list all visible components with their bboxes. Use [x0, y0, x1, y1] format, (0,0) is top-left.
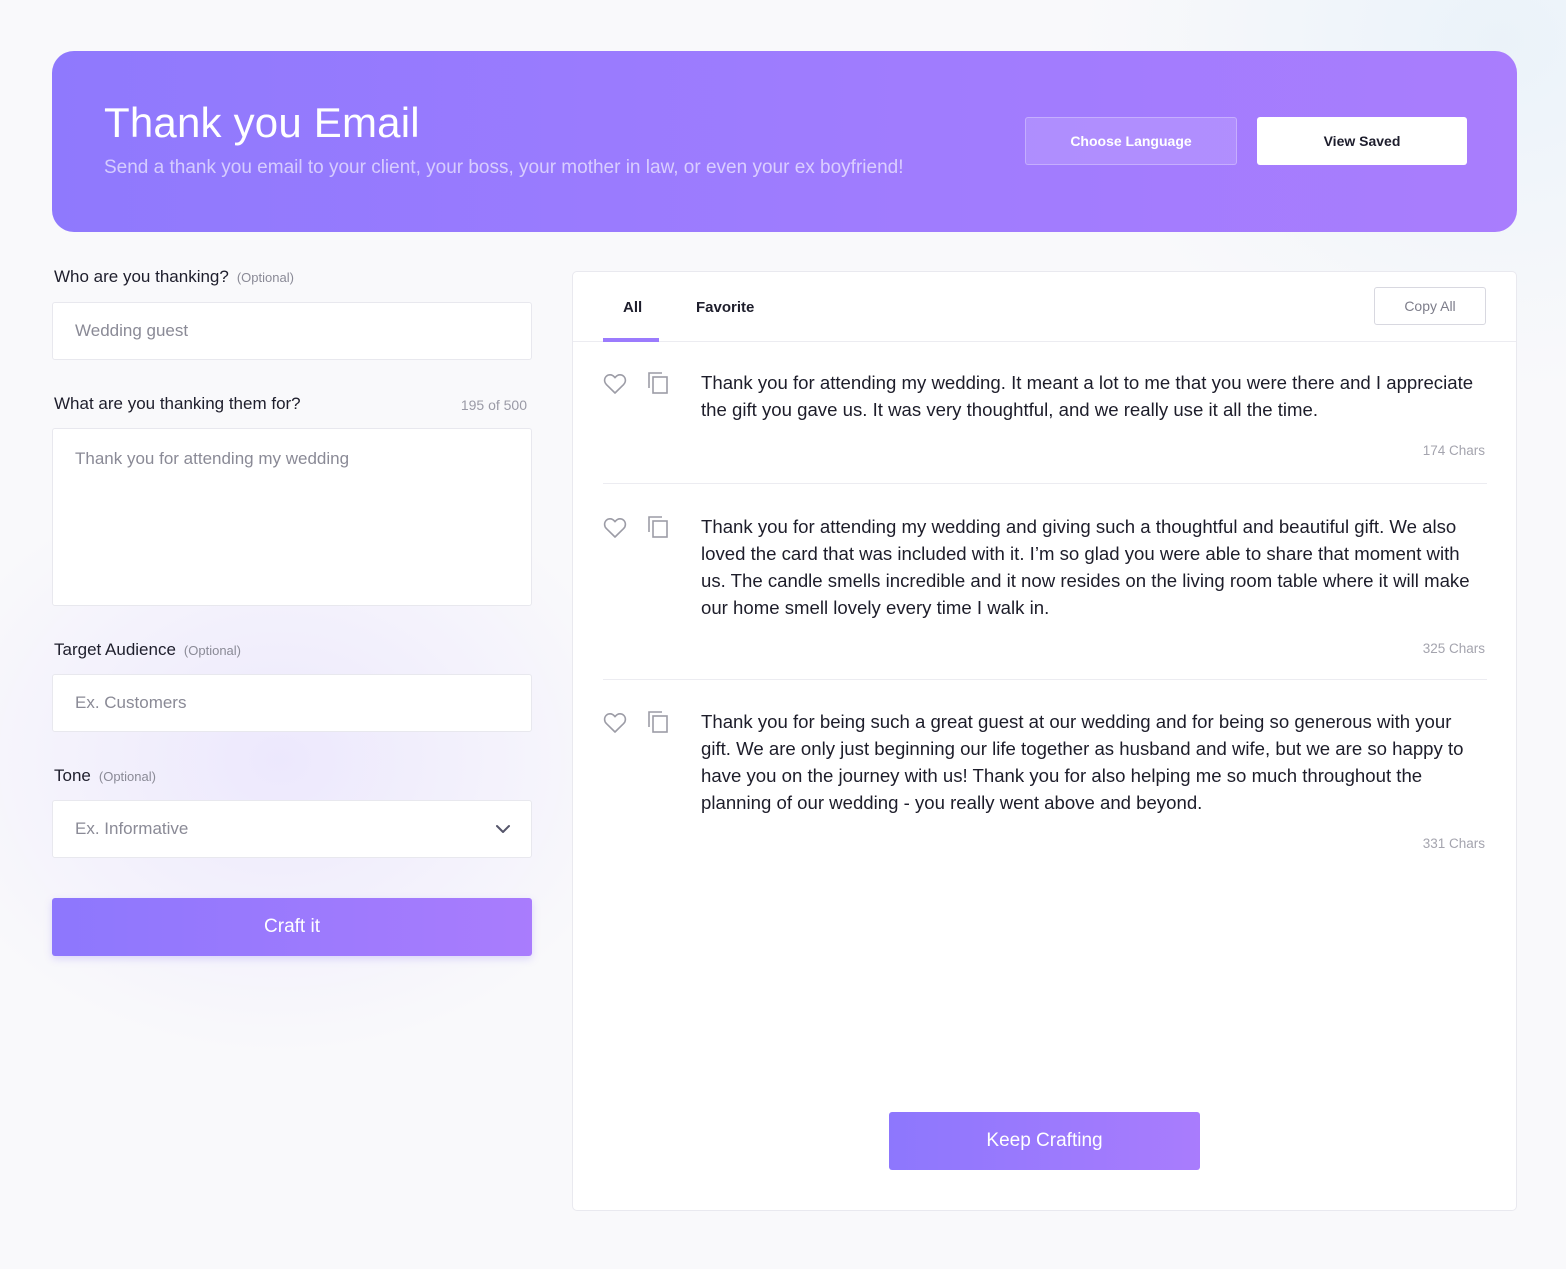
- who-label: Who are you thanking? (Optional): [54, 267, 294, 287]
- audience-placeholder: Ex. Customers: [75, 693, 187, 712]
- who-optional-tag: (Optional): [236, 270, 294, 285]
- result-item: Thank you for attending my wedding. It m…: [603, 369, 1487, 469]
- choose-language-button[interactable]: Choose Language: [1025, 117, 1237, 165]
- result-item: Thank you for being such a great guest a…: [603, 708, 1487, 858]
- result-item: Thank you for attending my wedding and g…: [603, 513, 1487, 663]
- tab-favorite[interactable]: Favorite: [696, 299, 754, 316]
- tone-select[interactable]: Ex. Informative: [52, 800, 532, 858]
- result-text: Thank you for being such a great guest a…: [701, 711, 1464, 813]
- char-count: 325 Chars: [1422, 641, 1485, 656]
- page-subtitle: Send a thank you email to your client, y…: [104, 157, 904, 178]
- result-text: Thank you for attending my wedding. It m…: [701, 372, 1474, 420]
- who-input[interactable]: Wedding guest: [52, 302, 532, 360]
- page-title: Thank you Email: [104, 99, 420, 146]
- character-counter: 195 of 500: [460, 397, 527, 413]
- heart-icon[interactable]: [603, 517, 627, 539]
- heart-icon[interactable]: [603, 373, 627, 395]
- copy-icon[interactable]: [647, 710, 669, 734]
- heart-icon[interactable]: [603, 712, 627, 734]
- craft-it-button[interactable]: Craft it: [52, 898, 532, 956]
- result-divider: [603, 679, 1487, 680]
- chevron-down-icon: [496, 825, 510, 833]
- results-tabbar: All Favorite Copy All: [573, 272, 1516, 342]
- header-banner: Thank you Email Send a thank you email t…: [52, 51, 1517, 232]
- view-saved-button[interactable]: View Saved: [1257, 117, 1467, 165]
- copy-icon[interactable]: [647, 371, 669, 395]
- char-count: 331 Chars: [1422, 836, 1485, 851]
- audience-label: Target Audience (Optional): [54, 640, 241, 660]
- audience-input[interactable]: Ex. Customers: [52, 674, 532, 732]
- tone-label: Tone (Optional): [54, 766, 156, 786]
- result-divider: [603, 483, 1487, 484]
- copy-icon[interactable]: [647, 515, 669, 539]
- results-panel: All Favorite Copy All Thank you for atte…: [572, 271, 1517, 1211]
- who-placeholder: Wedding guest: [75, 321, 189, 340]
- what-textarea[interactable]: Thank you for attending my wedding: [52, 428, 532, 606]
- tab-all[interactable]: All: [623, 299, 642, 316]
- char-count: 174 Chars: [1422, 443, 1485, 458]
- tone-optional-tag: (Optional): [98, 769, 156, 784]
- tone-label-text: Tone: [54, 766, 91, 785]
- who-label-text: Who are you thanking?: [54, 267, 229, 286]
- what-value: Thank you for attending my wedding: [75, 449, 350, 468]
- tone-placeholder: Ex. Informative: [75, 819, 189, 838]
- keep-crafting-button[interactable]: Keep Crafting: [889, 1112, 1200, 1170]
- audience-optional-tag: (Optional): [183, 643, 241, 658]
- what-label: What are you thanking them for?: [54, 394, 301, 413]
- audience-label-text: Target Audience: [54, 640, 176, 659]
- active-tab-indicator: [603, 338, 659, 342]
- copy-all-button[interactable]: Copy All: [1374, 287, 1486, 325]
- result-text: Thank you for attending my wedding and g…: [701, 516, 1470, 618]
